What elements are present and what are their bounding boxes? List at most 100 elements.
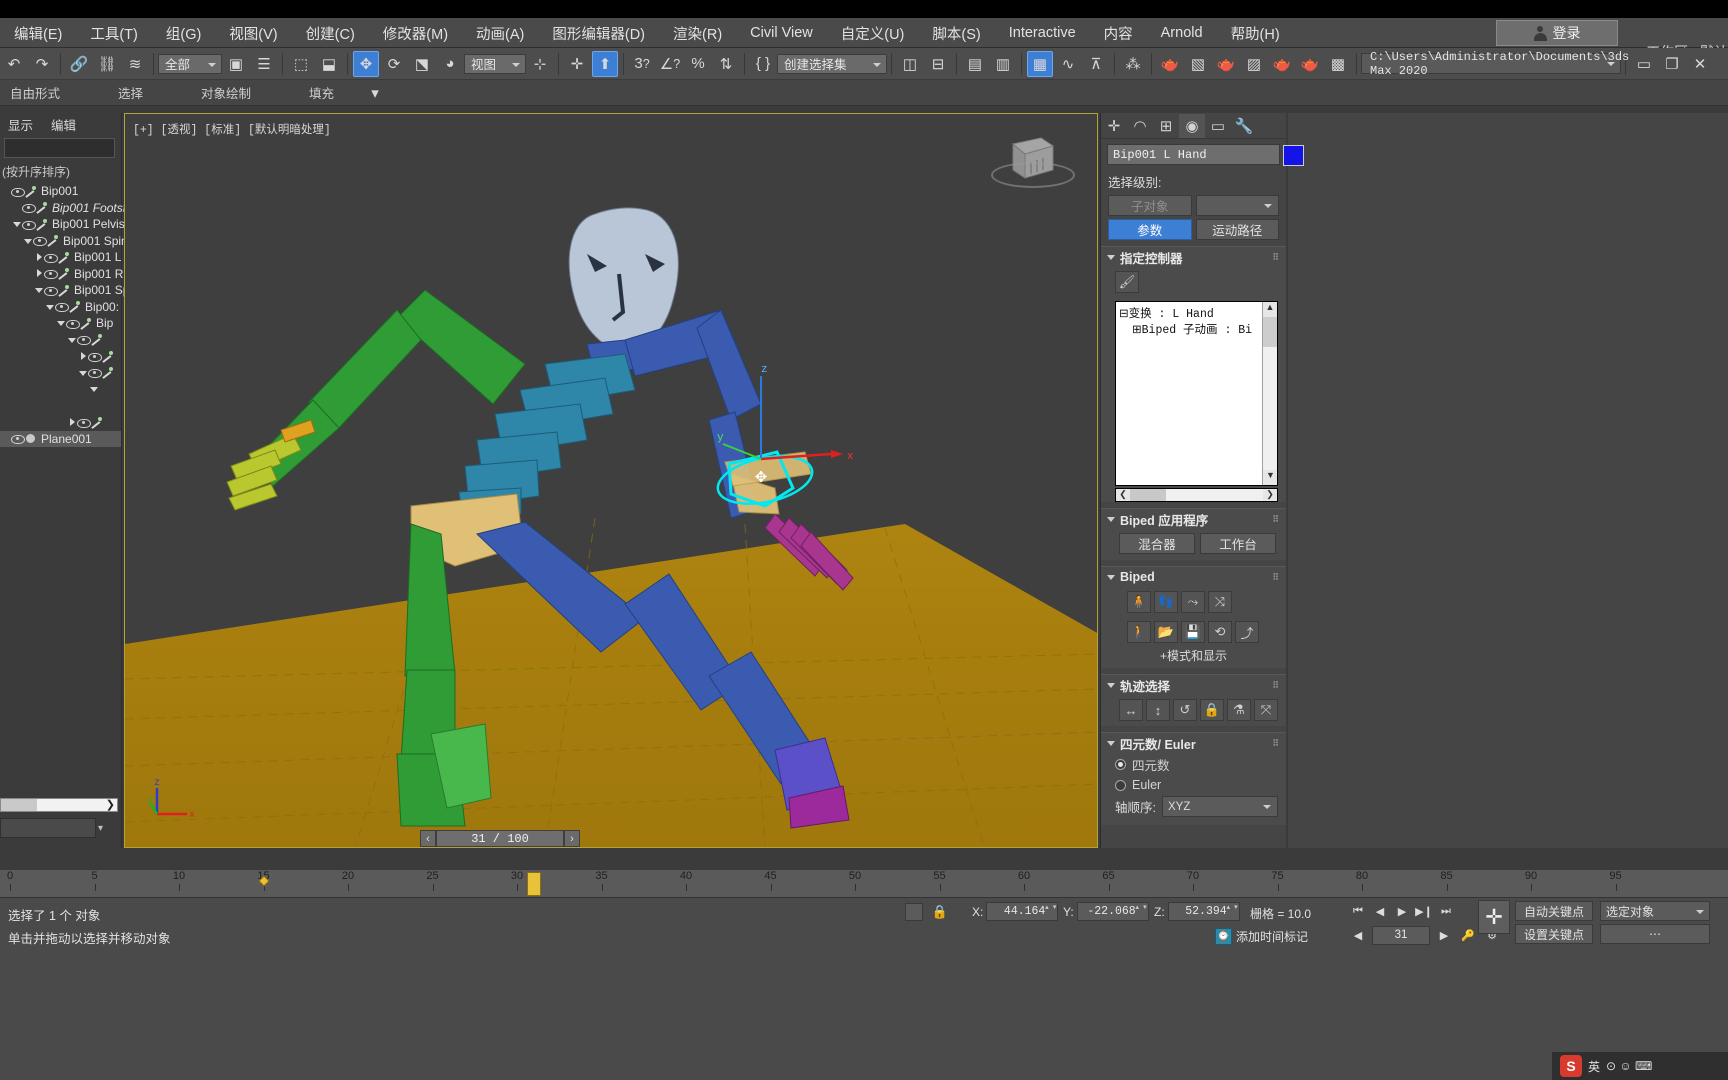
chevron-down-icon[interactable] [13, 216, 22, 232]
track-selection-header[interactable]: 轨迹选择 ⠿ [1101, 675, 1286, 695]
mixer-button[interactable]: 混合器 [1119, 533, 1195, 554]
absolute-relative-toggle[interactable] [905, 903, 923, 921]
previous-frame-icon[interactable]: ◀ [1370, 900, 1390, 922]
symmetrical-icon[interactable]: ⚗ [1227, 699, 1251, 721]
scene-explorer-icon[interactable]: ▥ [990, 51, 1016, 77]
menu-item-5[interactable]: 修改器(M) [369, 19, 462, 48]
curve-editor-icon[interactable]: ∿ [1055, 51, 1081, 77]
eye-icon[interactable] [77, 333, 91, 346]
ime-mode-label[interactable]: 英 [1588, 1058, 1600, 1075]
body-horizontal-icon[interactable]: ↔ [1119, 699, 1143, 721]
scroll-up-icon[interactable]: ▲ [1263, 302, 1277, 317]
biped-header[interactable]: Biped ⠿ [1101, 567, 1286, 587]
chevron-down-icon[interactable] [79, 365, 88, 381]
body-rotation-icon[interactable]: ↺ [1173, 699, 1197, 721]
explorer-hscroll-right-icon[interactable]: ❯ [106, 798, 115, 811]
eye-icon[interactable] [11, 185, 25, 198]
vscroll-thumb[interactable] [1263, 317, 1277, 347]
align-icon[interactable]: ⊟ [925, 51, 951, 77]
snap-toggle-icon[interactable]: ⬆ [592, 50, 618, 77]
play-icon[interactable]: ▶ [1392, 900, 1412, 922]
save-file-icon[interactable]: 💾 [1181, 621, 1205, 643]
controller-list[interactable]: ⊟变换 : L Hand ⊞Biped 子动画 : Bi ▲ ▼ [1115, 301, 1278, 486]
rect-select-region-icon[interactable]: ⬚ [288, 51, 314, 77]
auto-key-button[interactable]: 自动关键点 [1515, 901, 1594, 921]
selection-lock-icon[interactable]: 🔒 [930, 902, 950, 922]
chevron-right-icon[interactable] [68, 414, 77, 430]
menu-item-12[interactable]: Interactive [995, 21, 1090, 45]
motion-tab[interactable]: ◉ [1179, 113, 1205, 138]
scroll-left-icon[interactable]: ❮ [1116, 489, 1130, 501]
eye-icon[interactable] [11, 432, 25, 445]
prev-frame-button[interactable]: ‹ [420, 830, 436, 847]
nav-wheel-ring[interactable] [991, 162, 1075, 188]
controller-item-1[interactable]: ⊞Biped 子动画 : Bi [1116, 321, 1277, 337]
explorer-hscrollbar[interactable]: ❯ [0, 798, 118, 812]
menu-item-13[interactable]: 内容 [1090, 19, 1147, 48]
bind-space-warp-icon[interactable]: ≋ [122, 51, 148, 77]
move-all-mode-icon[interactable]: 🚶 [1127, 621, 1151, 643]
workbench-button[interactable]: 工作台 [1200, 533, 1276, 554]
tree-node-9[interactable] [0, 332, 121, 349]
ribbon-tab-freeform[interactable]: 自由形式 [4, 83, 66, 102]
eye-icon[interactable] [66, 317, 80, 330]
motion-path-button[interactable]: 运动路径 [1195, 219, 1279, 240]
angle-snap-icon[interactable]: ∠? [657, 51, 683, 77]
convert-icon[interactable]: ⟲ [1208, 621, 1232, 643]
particle-view-icon[interactable]: ⁂ [1120, 51, 1146, 77]
spinner-snap-icon[interactable]: ⇅ [713, 51, 739, 77]
percent-snap-icon[interactable]: % [685, 51, 711, 77]
ribbon-options-icon[interactable]: ▾ [362, 80, 388, 106]
mixer-mode-icon[interactable]: ⤨ [1208, 591, 1232, 613]
select-move-icon[interactable]: ✥ [353, 50, 379, 77]
tree-node-6[interactable]: Bip001 Sp [0, 282, 129, 299]
quaternion-euler-header[interactable]: 四元数/ Euler ⠿ [1101, 733, 1286, 753]
tree-node-8[interactable]: Bip [0, 315, 121, 332]
undo-icon[interactable]: ↶ [1, 51, 27, 77]
placement-tool-icon[interactable]: ◕ [437, 51, 463, 77]
tree-node-7[interactable]: Bip00: [0, 299, 121, 316]
biped-character[interactable]: x z y ✥ [125, 114, 1098, 848]
object-color-swatch[interactable] [1283, 145, 1304, 166]
select-manipulate-icon[interactable]: ✛ [564, 51, 590, 77]
render-in-cloud-icon[interactable]: 🫖 [1297, 51, 1323, 77]
radio-quaternion[interactable]: 四元数 [1101, 753, 1286, 776]
render-setup-icon[interactable]: 🫖 [1157, 51, 1183, 77]
chevron-down-icon[interactable] [24, 233, 33, 249]
figure-mode-icon[interactable]: 🧍 [1127, 591, 1151, 613]
object-name-field[interactable]: Bip001 L Hand [1107, 144, 1280, 165]
next-frame-button[interactable]: › [564, 830, 580, 847]
ribbon-tab-fill[interactable]: 填充 [303, 83, 340, 102]
chevron-right-icon[interactable] [35, 249, 44, 265]
tree-node-13[interactable] [0, 398, 121, 415]
motion-flow-icon[interactable]: ⤳ [1181, 591, 1205, 613]
assign-controller-header[interactable]: 指定控制器 ⠿ [1101, 247, 1286, 267]
ribbon-tab-select[interactable]: 选择 [112, 83, 149, 102]
footstep-mode-icon[interactable]: 👣 [1154, 591, 1178, 613]
sub-object-dropdown[interactable] [1195, 195, 1279, 216]
schematic-view-icon[interactable]: ⊼ [1083, 51, 1109, 77]
eye-icon[interactable] [44, 284, 58, 297]
menu-item-11[interactable]: 脚本(S) [918, 19, 994, 48]
tree-node-4[interactable]: Bip001 L [0, 249, 121, 266]
go-to-start-icon[interactable]: ⏮ [1348, 900, 1368, 922]
key-mode-prev-icon[interactable]: ◀ [1348, 924, 1368, 946]
axis-order-dropdown[interactable]: XYZ [1161, 796, 1278, 817]
tree-node-3[interactable]: Bip001 Spine [0, 233, 134, 250]
tree-node-14[interactable] [0, 414, 121, 431]
tree-node-12[interactable] [0, 381, 121, 398]
menu-item-3[interactable]: 视图(V) [215, 19, 291, 48]
track-bar[interactable]: 05101520253035404550556065707580859095 [0, 869, 1728, 897]
menu-item-6[interactable]: 动画(A) [462, 19, 538, 48]
eye-icon[interactable] [44, 251, 58, 264]
explorer-search-input[interactable] [4, 138, 115, 158]
chevron-down-icon[interactable] [35, 282, 44, 298]
eye-icon[interactable] [77, 416, 91, 429]
login-button[interactable]: 登录 [1496, 20, 1618, 46]
window-crossing-icon[interactable]: ⬓ [316, 51, 342, 77]
menu-item-15[interactable]: 帮助(H) [1217, 19, 1294, 48]
unlink-icon[interactable]: ⛓ [94, 51, 120, 77]
biped-apps-header[interactable]: Biped 应用程序 ⠿ [1101, 509, 1286, 529]
project-folder-icon[interactable]: ▩ [1325, 51, 1351, 77]
menu-item-9[interactable]: Civil View [736, 21, 827, 45]
